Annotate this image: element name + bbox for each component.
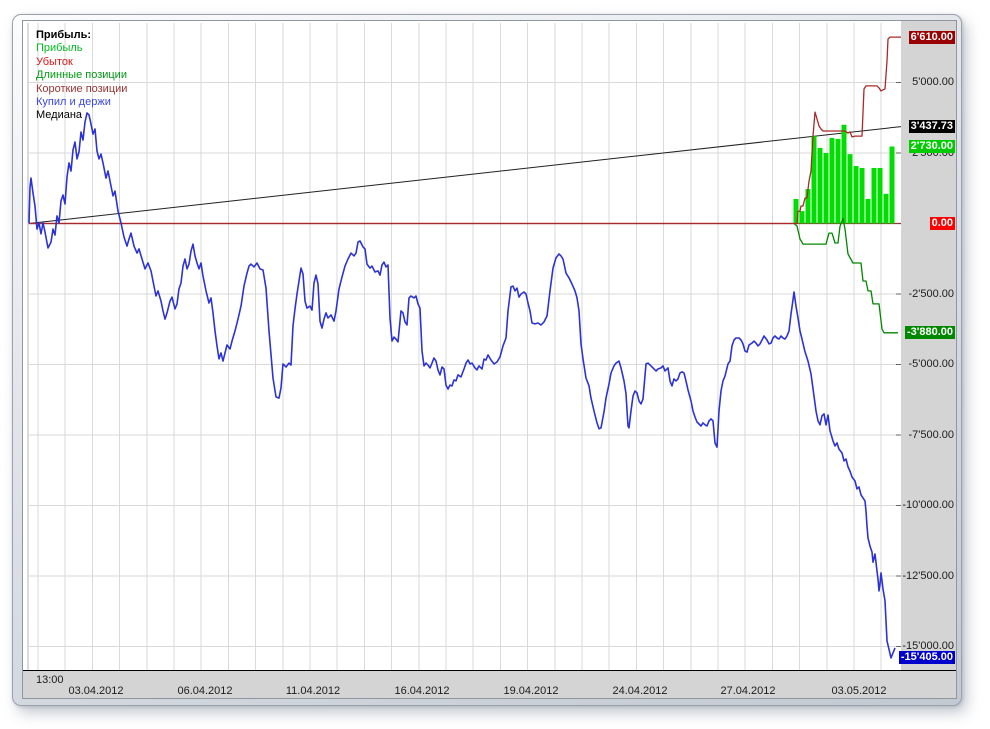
right-axis-label: -7'500.00 bbox=[908, 428, 954, 441]
right-axis-badge: 3'437.73 bbox=[908, 120, 955, 134]
legend-item-long-positions: Длинные позиции bbox=[36, 69, 127, 82]
x-axis-date-label: 16.04.2012 bbox=[394, 685, 450, 697]
right-axis-badge: 0.00 bbox=[929, 217, 955, 230]
right-axis-label: -2'500.00 bbox=[908, 287, 954, 300]
legend-item-profit: Прибыль bbox=[36, 42, 83, 55]
legend-item-loss: Убыток bbox=[36, 55, 73, 68]
profit-bar bbox=[841, 124, 847, 224]
x-axis: 13:00 03.04.2012 06.04.2012 11.04.2012 16.0… bbox=[23, 670, 956, 698]
legend-item-buy-and-hold: Купил и держи bbox=[36, 96, 111, 109]
profit-bar bbox=[871, 167, 877, 224]
equity-chart-plot[interactable] bbox=[23, 21, 956, 698]
legend-item-median: Медиана bbox=[36, 109, 83, 122]
x-axis-date-label: 03.05.2012 bbox=[831, 685, 887, 697]
chart-window: 5'000.002'500.00-2'500.00-5'000.00-7'500… bbox=[12, 14, 962, 706]
x-axis-date-label: 19.04.2012 bbox=[503, 685, 559, 697]
x-axis-time-label: 13:00 bbox=[36, 674, 64, 686]
right-axis-badge: -15'405.00 bbox=[898, 651, 955, 665]
profit-bar bbox=[817, 147, 823, 224]
long-positions-line bbox=[793, 217, 898, 334]
right-axis-label: 5'000.00 bbox=[912, 76, 954, 88]
profit-bar bbox=[889, 146, 895, 224]
profit-bar bbox=[859, 167, 865, 224]
right-axis-badge: 2'730.00 bbox=[908, 140, 955, 153]
x-axis-date-label: 24.04.2012 bbox=[612, 685, 668, 697]
profit-bar bbox=[865, 198, 871, 224]
chart-content: 5'000.002'500.00-2'500.00-5'000.00-7'500… bbox=[22, 20, 957, 699]
x-axis-date-label: 03.04.2012 bbox=[68, 685, 124, 697]
right-axis: 5'000.002'500.00-2'500.00-5'000.00-7'500… bbox=[898, 21, 956, 670]
right-axis-label: -5'000.00 bbox=[908, 358, 954, 370]
profit-bar bbox=[829, 138, 835, 224]
profit-bar bbox=[847, 154, 853, 224]
median-line bbox=[28, 126, 902, 224]
x-axis-date-label: 06.04.2012 bbox=[177, 685, 233, 697]
profit-bar bbox=[835, 138, 841, 224]
short-positions-line bbox=[29, 36, 901, 225]
profit-bar bbox=[877, 167, 883, 224]
right-axis-badge: -3'880.00 bbox=[904, 326, 955, 340]
right-axis-badge: 6'610.00 bbox=[908, 30, 955, 44]
legend-title: Прибыль: bbox=[36, 29, 91, 41]
profit-bar bbox=[853, 165, 859, 224]
legend: Прибыль: Прибыль Убыток Длинные позиции … bbox=[36, 29, 127, 123]
right-axis-label: -12'500.00 bbox=[902, 569, 954, 582]
profit-bar bbox=[799, 211, 805, 224]
profit-bar bbox=[883, 193, 889, 224]
profit-bar bbox=[823, 153, 829, 224]
legend-item-short-positions: Короткие позиции bbox=[36, 82, 128, 95]
right-axis-label: -10'000.00 bbox=[902, 499, 954, 511]
x-axis-date-label: 11.04.2012 bbox=[285, 685, 341, 697]
x-axis-date-label: 27.04.2012 bbox=[720, 685, 776, 697]
